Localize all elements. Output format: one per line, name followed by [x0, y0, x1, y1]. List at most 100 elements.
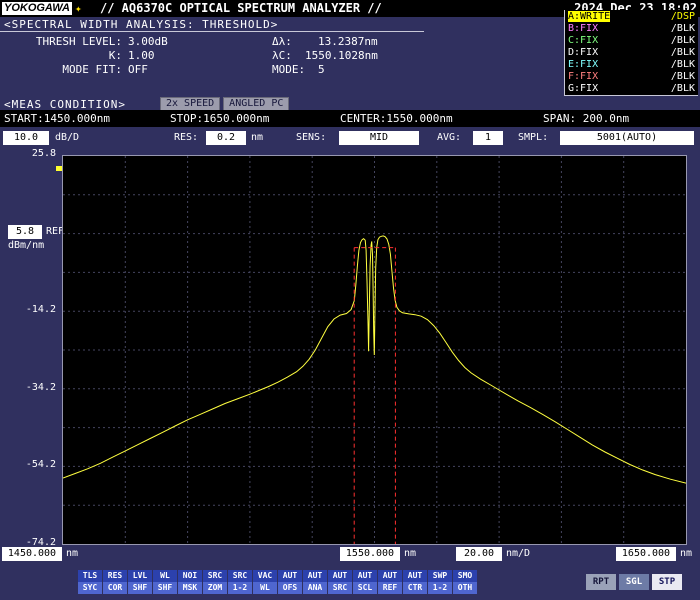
osa-screen: YOKOGAWA ✦ // AQ6370C OPTICAL SPECTRUM A…: [0, 0, 700, 600]
sens-field[interactable]: MID: [339, 131, 419, 145]
thresh-level-value[interactable]: 3.00dB: [128, 35, 168, 48]
mode-fit-value[interactable]: OFF: [128, 63, 148, 76]
x-axis-scale-unit: nm/D: [506, 548, 531, 559]
trace-name: F:FIX: [568, 71, 599, 82]
level-scale-unit: dB/D: [55, 132, 80, 143]
trace-row-c[interactable]: C:FIX/BLK: [565, 35, 698, 46]
trace-row-f[interactable]: F:FIX/BLK: [565, 71, 698, 82]
button-rpt[interactable]: RPT: [586, 574, 616, 590]
softkey-label-top: AUT: [403, 570, 427, 582]
softkey-label-bottom: SHF: [128, 582, 152, 594]
softkey-label-top: AUT: [328, 570, 352, 582]
softkey-label-bottom: REF: [378, 582, 402, 594]
trace-name: C:FIX: [568, 35, 599, 46]
y-axis-label: -54.2: [25, 459, 56, 470]
level-scale-field[interactable]: 10.0: [3, 131, 49, 145]
softkey-label-top: VAC: [253, 570, 277, 582]
softkey-vac-wl[interactable]: VAC WL: [253, 570, 277, 594]
softkey-label-top: SRC: [203, 570, 227, 582]
trace-row-g[interactable]: G:FIX/BLK: [565, 83, 698, 94]
meas-condition-badges: 2x SPEED ANGLED PC: [160, 97, 290, 111]
softkey-label-top: SMO: [453, 570, 477, 582]
softkey-label-top: RES: [103, 570, 127, 582]
connector-badge: ANGLED PC: [223, 97, 290, 111]
softkey-label-bottom: MSK: [178, 582, 202, 594]
softkey-label-bottom: WL: [253, 582, 277, 594]
span-wavelength[interactable]: SPAN: 200.0nm: [543, 110, 629, 127]
y-axis-label: -14.2: [25, 304, 56, 315]
trace-status: /BLK: [670, 35, 695, 46]
start-wavelength[interactable]: START:1450.000nm: [4, 110, 110, 127]
k-label: K:: [108, 49, 122, 62]
avg-label: AVG:: [437, 132, 462, 143]
sweep-control-buttons: RPT SGL STP: [586, 574, 682, 590]
softkey-label-bottom: OFS: [278, 582, 302, 594]
center-wavelength[interactable]: CENTER:1550.000nm: [340, 110, 453, 127]
x-axis-start-unit: nm: [66, 548, 79, 559]
softkey-label-top: AUT: [353, 570, 377, 582]
x-axis-start-field[interactable]: 1450.000: [2, 547, 62, 561]
trace-row-a[interactable]: A:WRITE/DSP: [565, 11, 698, 22]
softkey-label-bottom: ZOM: [203, 582, 227, 594]
x-axis-center-unit: nm: [404, 548, 417, 559]
spectrum-plot: [63, 156, 686, 544]
res-unit: nm: [251, 132, 264, 143]
smpl-field[interactable]: 5001(AUTO): [560, 131, 694, 145]
spectrum-plot-area[interactable]: [62, 155, 687, 545]
softkey-label-top: AUT: [378, 570, 402, 582]
sens-label: SENS:: [296, 132, 327, 143]
softkey-lvl-shf[interactable]: LVL SHF: [128, 570, 152, 594]
softkey-aut-src[interactable]: AUT SRC: [328, 570, 352, 594]
softkey-label-bottom: CTR: [403, 582, 427, 594]
button-stp[interactable]: STP: [652, 574, 682, 590]
trace-name: A:WRITE: [568, 11, 611, 22]
lambda-c-label: λC:: [272, 49, 292, 62]
trace-name: E:FIX: [568, 59, 599, 70]
softkey-aut-ctr[interactable]: AUT CTR: [403, 570, 427, 594]
y-axis-label: -34.2: [25, 382, 56, 393]
res-label: RES:: [174, 132, 199, 143]
softkey-aut-ofs[interactable]: AUT OFS: [278, 570, 302, 594]
analysis-mode-title: <SPECTRAL WIDTH ANALYSIS: THRESHOLD>: [4, 18, 279, 31]
softkey-label-bottom: 1-2: [228, 582, 252, 594]
softkey-noi-msk[interactable]: NOI MSK: [178, 570, 202, 594]
stop-wavelength[interactable]: STOP:1650.000nm: [170, 110, 269, 127]
speed-badge: 2x SPEED: [160, 97, 221, 111]
trace-row-b[interactable]: B:FIX/BLK: [565, 23, 698, 34]
trace-row-d[interactable]: D:FIX/BLK: [565, 47, 698, 58]
softkey-aut-ref[interactable]: AUT REF: [378, 570, 402, 594]
softkey-label-top: TLS: [78, 570, 102, 582]
button-sgl[interactable]: SGL: [619, 574, 649, 590]
softkey-swp-1-2[interactable]: SWP 1-2: [428, 570, 452, 594]
thresh-level-label: THRESH LEVEL:: [35, 35, 122, 48]
softkey-label-top: NOI: [178, 570, 202, 582]
y-axis-unit: dBm/nm: [8, 240, 45, 251]
softkey-label-top: AUT: [278, 570, 302, 582]
ref-level-field[interactable]: 5.8: [8, 225, 42, 239]
x-axis-scale-field[interactable]: 20.00: [456, 547, 502, 561]
softkey-label-bottom: SCL: [353, 582, 377, 594]
trace-row-e[interactable]: E:FIX/BLK: [565, 59, 698, 70]
softkey-src-1-2[interactable]: SRC 1-2: [228, 570, 252, 594]
delta-lambda-value: 13.2387nm: [318, 35, 378, 48]
softkey-label-bottom: COR: [103, 582, 127, 594]
y-axis-label-top: 25.8: [31, 148, 56, 159]
softkey-label-top: SWP: [428, 570, 452, 582]
res-field[interactable]: 0.2: [206, 131, 246, 145]
x-axis-center-field[interactable]: 1550.000: [340, 547, 400, 561]
softkey-src-zom[interactable]: SRC ZOM: [203, 570, 227, 594]
x-axis-stop-field[interactable]: 1650.000: [616, 547, 676, 561]
softkey-tls-syc[interactable]: TLS SYC: [78, 570, 102, 594]
softkey-res-cor[interactable]: RES COR: [103, 570, 127, 594]
softkey-smo-oth[interactable]: SMO OTH: [453, 570, 477, 594]
k-value[interactable]: 1.00: [128, 49, 155, 62]
logo-star-icon: ✦: [75, 2, 82, 15]
app-title: // AQ6370C OPTICAL SPECTRUM ANALYZER //: [100, 1, 382, 15]
softkey-aut-scl[interactable]: AUT SCL: [353, 570, 377, 594]
softkey-aut-ana[interactable]: AUT ANA: [303, 570, 327, 594]
avg-field[interactable]: 1: [473, 131, 503, 145]
x-axis-stop-unit: nm: [680, 548, 693, 559]
softkey-wl-shf[interactable]: WL SHF: [153, 570, 177, 594]
trace-status: /BLK: [670, 47, 695, 58]
delta-lambda-label: Δλ:: [272, 35, 292, 48]
